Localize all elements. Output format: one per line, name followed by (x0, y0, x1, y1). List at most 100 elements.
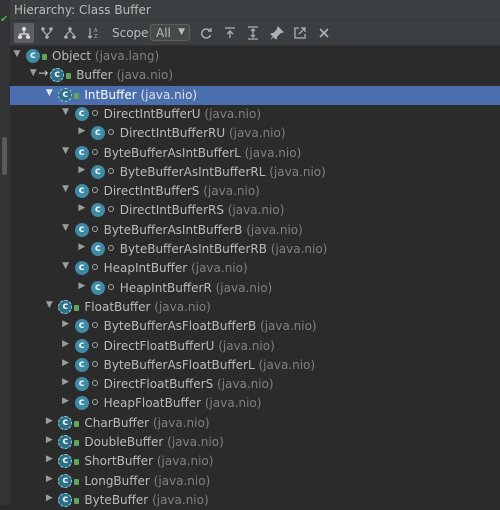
public-access-icon (66, 73, 72, 80)
scrollbar-thumb[interactable] (2, 137, 7, 175)
collapse-arrow-icon[interactable]: ▼ (61, 261, 71, 271)
class-name: LongBuffer (java.nio) (84, 474, 210, 488)
class-icon: c (74, 222, 89, 237)
class-name-text: DirectIntBufferRU (119, 126, 229, 141)
public-access-icon (74, 92, 80, 99)
expand-arrow-icon[interactable]: ▶ (61, 377, 71, 387)
expand-arrow-icon[interactable]: ▶ (61, 319, 71, 329)
tree-row[interactable]: ▶ c DirectFloatBufferS (java.nio) (10, 375, 500, 394)
public-access-icon (74, 304, 80, 311)
expand-arrow-icon[interactable]: ▶ (77, 165, 87, 175)
open-in-window-icon (294, 27, 306, 39)
expand-arrow-icon[interactable]: ▶ (61, 339, 71, 349)
close-icon (319, 28, 329, 38)
package-private-access-icon (91, 187, 98, 194)
class-icon: c (90, 164, 105, 179)
class-name: DirectFloatBufferU (java.nio) (104, 339, 275, 353)
package-name: (java.nio) (153, 473, 211, 488)
tree-row[interactable]: ▶ c ShortBuffer (java.nio) (10, 452, 500, 471)
open-in-window-button[interactable] (290, 23, 310, 43)
collapse-arrow-icon[interactable]: ▼ (28, 68, 38, 78)
class-name: ByteBufferAsIntBufferRL (java.nio) (120, 165, 326, 179)
expand-arrow-icon[interactable]: ▶ (44, 416, 54, 426)
pin-button[interactable] (267, 23, 287, 43)
tree-row[interactable]: ▼ → c Buffer (java.nio) (10, 66, 500, 85)
class-name: ShortBuffer (java.nio) (84, 454, 213, 468)
tree-row[interactable]: ▶ c DirectFloatBufferU (java.nio) (10, 337, 500, 356)
class-icon: c (74, 184, 89, 199)
collapse-arrow-icon[interactable]: ▼ (12, 49, 22, 59)
tree-row[interactable]: ▶ c ByteBufferAsIntBufferRB (java.nio) (10, 240, 500, 259)
tree-row[interactable]: ▼ c Object (java.lang) (10, 47, 500, 66)
refresh-icon (201, 28, 212, 39)
scope-value: All (156, 26, 171, 40)
class-icon: c (90, 242, 105, 256)
package-name: (java.nio) (227, 203, 285, 218)
expand-arrow-icon[interactable]: ▶ (61, 396, 71, 406)
collapse-arrow-icon[interactable]: ▼ (44, 300, 54, 310)
public-access-icon (74, 478, 80, 485)
class-name-text: HeapIntBuffer (103, 261, 192, 276)
class-name-text: LongBuffer (84, 473, 154, 488)
collapse-arrow-icon[interactable]: ▼ (61, 223, 71, 233)
tree-row[interactable]: ▶ c ByteBufferAsFloatBufferL (java.nio) (10, 356, 500, 375)
scope-dropdown[interactable]: All ▼ (150, 24, 190, 41)
expand-arrow-icon[interactable]: ▶ (77, 242, 87, 252)
abstract-class-icon: c (58, 435, 73, 449)
tree-row[interactable]: ▶ c DoubleBuffer (java.nio) (10, 433, 500, 452)
collapse-arrow-icon[interactable]: ▼ (61, 146, 71, 156)
tree-row[interactable]: ▶ c ByteBuffer (java.nio) (10, 491, 500, 510)
tree-row[interactable]: ▼ c DirectIntBufferU (java.nio) (10, 105, 500, 124)
tree-row[interactable]: ▼ c ByteBufferAsIntBufferB (java.nio) (10, 221, 500, 240)
class-icon: c (74, 261, 89, 276)
close-button[interactable] (314, 23, 334, 43)
supertypes-button[interactable] (37, 23, 57, 43)
tree-row[interactable]: ▶ c ByteBufferAsIntBufferRL (java.nio) (10, 163, 500, 182)
subtypes-button[interactable] (60, 23, 80, 43)
abstract-class-icon: c (58, 473, 73, 488)
expand-arrow-icon[interactable]: ▶ (77, 203, 87, 213)
expand-arrow-icon[interactable]: ▶ (61, 358, 71, 368)
class-name: Object (java.lang) (52, 49, 159, 63)
tree-row[interactable]: ▼ c IntBuffer (java.nio) (10, 85, 500, 105)
refresh-button[interactable] (196, 23, 216, 43)
class-icon: c (74, 319, 89, 334)
collapse-arrow-icon[interactable]: ▼ (61, 107, 71, 117)
class-name-text: ByteBufferAsFloatBufferB (103, 319, 261, 334)
expand-arrow-icon[interactable]: ▶ (44, 454, 54, 464)
tree-row[interactable]: ▶ c DirectIntBufferRS (java.nio) (10, 201, 500, 220)
tree-row[interactable]: ▼ c DirectIntBufferS (java.nio) (10, 182, 500, 201)
expand-arrow-icon[interactable]: ▶ (44, 435, 54, 445)
expand-arrow-icon[interactable]: ▶ (44, 474, 54, 484)
tree-row[interactable]: ▼ c ByteBufferAsIntBufferL (java.nio) (10, 144, 500, 163)
expand-arrow-icon[interactable]: ▶ (44, 493, 54, 503)
tree-row[interactable]: ▶ c ByteBufferAsFloatBufferB (java.nio) (10, 317, 500, 336)
tree-row[interactable]: ▼ c HeapIntBuffer (java.nio) (10, 259, 500, 278)
export-button[interactable] (220, 23, 240, 43)
checkmark-icon: ✔ (0, 14, 9, 25)
tree-row[interactable]: ▶ c DirectIntBufferRU (java.nio) (10, 124, 500, 143)
package-name: (java.nio) (204, 106, 262, 121)
expand-arrow-icon[interactable]: ▶ (77, 126, 87, 136)
class-name: HeapIntBuffer (java.nio) (104, 261, 248, 275)
class-name-text: Object (52, 49, 95, 63)
tree-row[interactable]: ▶ c LongBuffer (java.nio) (10, 472, 500, 491)
tree-row[interactable]: ▼ c FloatBuffer (java.nio) (10, 298, 500, 317)
sort-alphabetically-button[interactable]: A Z (84, 23, 104, 43)
public-access-icon (74, 420, 80, 427)
package-name: (java.nio) (203, 184, 260, 199)
class-name-text: FloatBuffer (84, 299, 155, 314)
class-icon: c (90, 126, 105, 141)
hierarchy-toolbar: A Z Scope: All ▼ (10, 21, 500, 46)
collapse-arrow-icon[interactable]: ▼ (44, 88, 54, 98)
expand-arrow-icon[interactable]: ▶ (77, 281, 87, 291)
tree-row[interactable]: ▶ c HeapIntBufferR (java.nio) (10, 279, 500, 298)
tree-row[interactable]: ▶ c CharBuffer (java.nio) (10, 414, 500, 433)
class-name-text: ByteBufferAsFloatBufferL (103, 357, 259, 372)
collapse-arrow-icon[interactable]: ▼ (61, 184, 71, 194)
expand-all-button[interactable] (243, 23, 263, 43)
abstract-class-icon: c (58, 299, 73, 314)
tree-row[interactable]: ▶ c HeapFloatBuffer (java.nio) (10, 394, 500, 413)
class-icon: c (74, 145, 89, 160)
class-hierarchy-button[interactable] (14, 23, 34, 43)
